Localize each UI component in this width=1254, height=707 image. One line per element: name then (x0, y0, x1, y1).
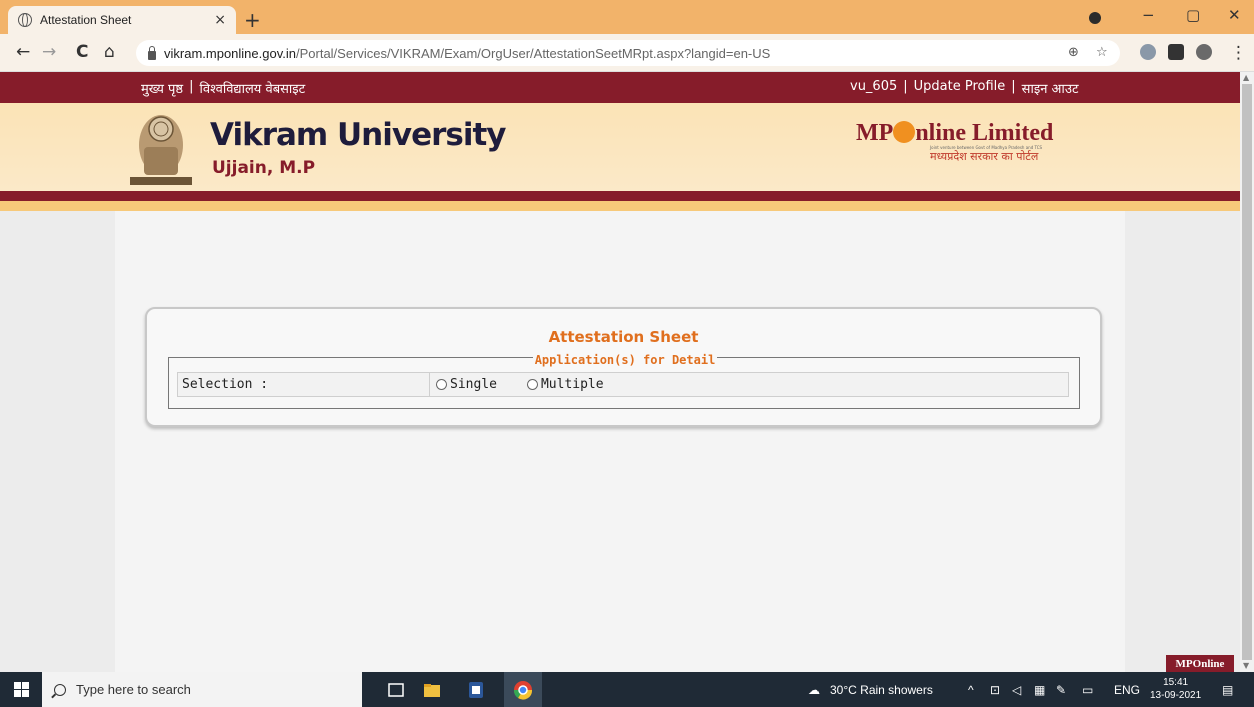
university-city: Ujjain, M.P (212, 158, 316, 178)
close-window-button[interactable]: ✕ (1228, 6, 1241, 24)
page-viewport: मुख्य पृष्ठ | विश्वविद्यालय वेबसाइट vu_6… (0, 72, 1240, 672)
university-website-link[interactable]: विश्वविद्यालय वेबसाइट (199, 79, 305, 97)
minimize-button[interactable]: − (1142, 6, 1155, 24)
profile-avatar-icon[interactable] (1196, 44, 1212, 60)
mponline-logo: MP nline Limited (856, 118, 1053, 147)
extension-icon[interactable] (1140, 44, 1156, 60)
attestation-card: Attestation Sheet Application(s) for Det… (145, 307, 1102, 427)
tab-title: Attestation Sheet (40, 13, 132, 27)
app-tray-icon[interactable]: ▦ (1034, 683, 1045, 697)
page-title: Attestation Sheet (548, 328, 699, 346)
url-path: /Portal/Services/VIKRAM/Exam/OrgUser/Att… (295, 45, 771, 61)
fieldset-legend-text: Application(s) for Detail (532, 353, 718, 367)
home-link[interactable]: मुख्य पृष्ठ (141, 79, 183, 97)
nav-separator: | (189, 79, 194, 94)
pen-icon[interactable]: ✎ (1056, 683, 1066, 697)
new-tab-button[interactable]: + (244, 8, 261, 32)
word-icon[interactable] (466, 680, 486, 700)
header-divider (0, 191, 1240, 201)
lock-icon[interactable] (148, 45, 156, 60)
windows-taskbar: Type here to search ☁ 30°C Rain showers … (0, 672, 1254, 707)
restore-button[interactable]: ▢ (1186, 6, 1200, 24)
weather-icon[interactable]: ☁ (808, 683, 820, 697)
mponline-logo-o (893, 121, 916, 143)
task-view-icon[interactable] (386, 680, 406, 700)
nav-separator: | (1011, 79, 1016, 94)
single-radio-label[interactable]: Single (450, 377, 497, 392)
header-banner: Vikram University Ujjain, M.P MP nline Li… (0, 103, 1240, 191)
university-emblem-logo (130, 115, 192, 185)
browser-tab-strip: Attestation Sheet × + − ▢ ✕ (0, 0, 1254, 34)
scrollbar-thumb[interactable] (1242, 84, 1252, 660)
sign-out-link[interactable]: साइन आउट (1022, 79, 1079, 97)
username: vu_605 (850, 79, 898, 94)
puzzle-icon[interactable] (1168, 44, 1184, 60)
language-indicator[interactable]: ENG (1114, 683, 1140, 697)
home-button[interactable]: ⌂ (104, 42, 115, 62)
selection-row: Selection : Single Multiple (177, 372, 1069, 397)
header-divider-gold (0, 201, 1240, 211)
back-button[interactable]: ← (16, 42, 30, 62)
reload-button[interactable]: C (76, 42, 88, 62)
nav-separator: | (903, 79, 908, 94)
radio-circle-icon[interactable] (526, 379, 538, 390)
application-fieldset: Application(s) for Detail Selection : Si… (168, 353, 1080, 409)
zoom-icon[interactable]: ⊕ (1068, 45, 1079, 60)
url-input[interactable]: vikram.mponline.gov.in/Portal/Services/V… (136, 40, 1120, 66)
mponline-badge[interactable]: MPOnline (1166, 655, 1234, 672)
university-name: Vikram University (210, 117, 506, 153)
radio-circle-icon[interactable] (436, 379, 447, 390)
star-icon[interactable]: ☆ (1096, 45, 1108, 60)
windows-start-icon[interactable] (14, 682, 29, 697)
clock[interactable]: 15:41 13-09-2021 (1150, 676, 1201, 702)
chrome-icon[interactable] (513, 680, 533, 700)
multiple-radio[interactable]: Multiple (526, 377, 604, 392)
url-host: vikram.mponline.gov.in (164, 45, 296, 61)
keyboard-icon[interactable]: ▭ (1082, 683, 1093, 697)
address-bar: ← → C ⌂ vikram.mponline.gov.in/Portal/Se… (0, 34, 1254, 72)
mponline-hindi-tagline: मध्यप्रदेश सरकार का पोर्टल (930, 150, 1039, 163)
browser-menu-icon[interactable]: ⋮ (1230, 43, 1247, 63)
mponline-logo-mp: MP (856, 120, 894, 146)
recording-icon[interactable] (1089, 12, 1101, 24)
tab-close-button[interactable]: × (214, 12, 226, 28)
taskbar-search-input[interactable]: Type here to search (42, 672, 362, 707)
single-radio[interactable]: Single (436, 377, 497, 392)
forward-button[interactable]: → (42, 42, 56, 62)
file-explorer-icon[interactable] (422, 680, 442, 700)
tray-overflow-icon[interactable]: ^ (968, 683, 974, 697)
notification-icon[interactable]: ▤ (1222, 683, 1233, 697)
selection-radio-group: Single Multiple (430, 377, 634, 392)
scroll-down-icon[interactable]: ▼ (1243, 661, 1249, 670)
fieldset-legend: Application(s) for Detail (169, 349, 1081, 368)
multiple-radio-label[interactable]: Multiple (541, 377, 604, 392)
page-scrollbar[interactable]: ▲ ▼ (1240, 72, 1254, 672)
clock-time: 15:41 (1163, 677, 1189, 688)
top-navigation: मुख्य पृष्ठ | विश्वविद्यालय वेबसाइट vu_6… (0, 72, 1240, 103)
mponline-logo-text: nline Limited (915, 120, 1054, 146)
scroll-up-icon[interactable]: ▲ (1243, 73, 1249, 82)
clock-date: 13-09-2021 (1150, 690, 1202, 701)
search-icon (54, 683, 66, 696)
selection-label: Selection : (178, 373, 430, 396)
update-profile-link[interactable]: Update Profile (914, 79, 1006, 97)
browser-tab[interactable]: Attestation Sheet × (8, 6, 236, 34)
globe-icon (18, 13, 32, 27)
content-area (115, 211, 1125, 672)
weather-text[interactable]: 30°C Rain showers (830, 683, 933, 697)
search-placeholder: Type here to search (76, 682, 191, 697)
network-icon[interactable]: ⊡ (990, 683, 1000, 697)
volume-icon[interactable]: ◁ (1012, 683, 1021, 697)
